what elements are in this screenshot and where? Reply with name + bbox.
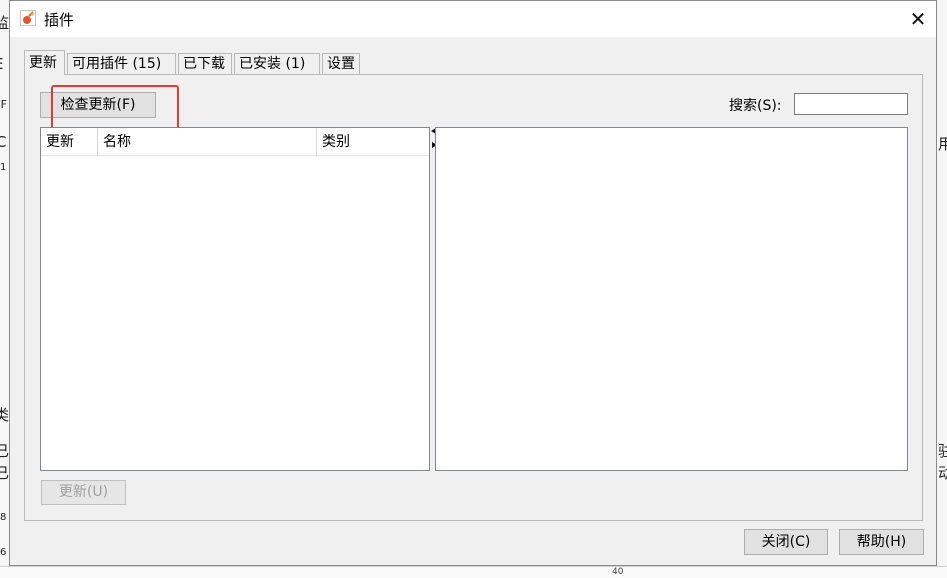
- search-input[interactable]: [794, 93, 908, 115]
- update-button[interactable]: 更新(U): [41, 480, 126, 505]
- background-text: 监: [0, 14, 10, 32]
- axis-tick-label: 40: [612, 567, 624, 577]
- background-app-right: [937, 0, 947, 577]
- tab-settings[interactable]: 设置: [322, 53, 360, 74]
- background-text: 1: [0, 162, 7, 173]
- close-button[interactable]: 关闭(C): [744, 529, 828, 555]
- background-text: 驻: [938, 442, 947, 460]
- close-icon[interactable]: ✕: [900, 6, 936, 32]
- background-text: 已: [0, 442, 10, 460]
- background-text: 6: [0, 547, 7, 558]
- background-text: E: [0, 55, 3, 73]
- search-label: 搜索(S):: [729, 98, 782, 114]
- tab-available-plugins[interactable]: 可用插件 (15): [67, 53, 176, 74]
- app-logo-icon: [20, 10, 36, 26]
- background-text: 类: [0, 406, 10, 424]
- tab-updates[interactable]: 更新: [24, 50, 65, 75]
- updates-panel: 检查更新(F) 搜索(S): 更新 名称 类别 更新(U): [24, 74, 923, 521]
- tab-downloaded[interactable]: 已下载: [178, 53, 232, 74]
- background-text: 动: [938, 464, 947, 482]
- background-chart-axis: 40: [0, 566, 947, 578]
- tab-installed[interactable]: 已安装 (1): [234, 53, 320, 74]
- title-bar[interactable]: 插件 ✕: [10, 1, 936, 37]
- background-text: 8: [0, 512, 7, 523]
- column-header-category[interactable]: 类别: [317, 128, 429, 156]
- background-text: 已: [0, 464, 10, 482]
- plugins-dialog: 插件 ✕ 更新 可用插件 (15) 已下载 已安装 (1) 设置 检查更新(F)…: [9, 0, 937, 566]
- column-header-update[interactable]: 更新: [41, 128, 98, 156]
- background-text: 用: [938, 135, 947, 153]
- plugins-table[interactable]: 更新 名称 类别: [40, 127, 430, 471]
- dialog-title: 插件: [44, 11, 75, 29]
- background-text: C: [0, 133, 7, 151]
- highlight-box: [51, 85, 179, 130]
- plugin-detail-pane: [435, 127, 908, 471]
- help-button[interactable]: 帮助(H): [839, 529, 924, 555]
- column-header-name[interactable]: 名称: [98, 128, 317, 156]
- background-text: CF: [0, 98, 8, 111]
